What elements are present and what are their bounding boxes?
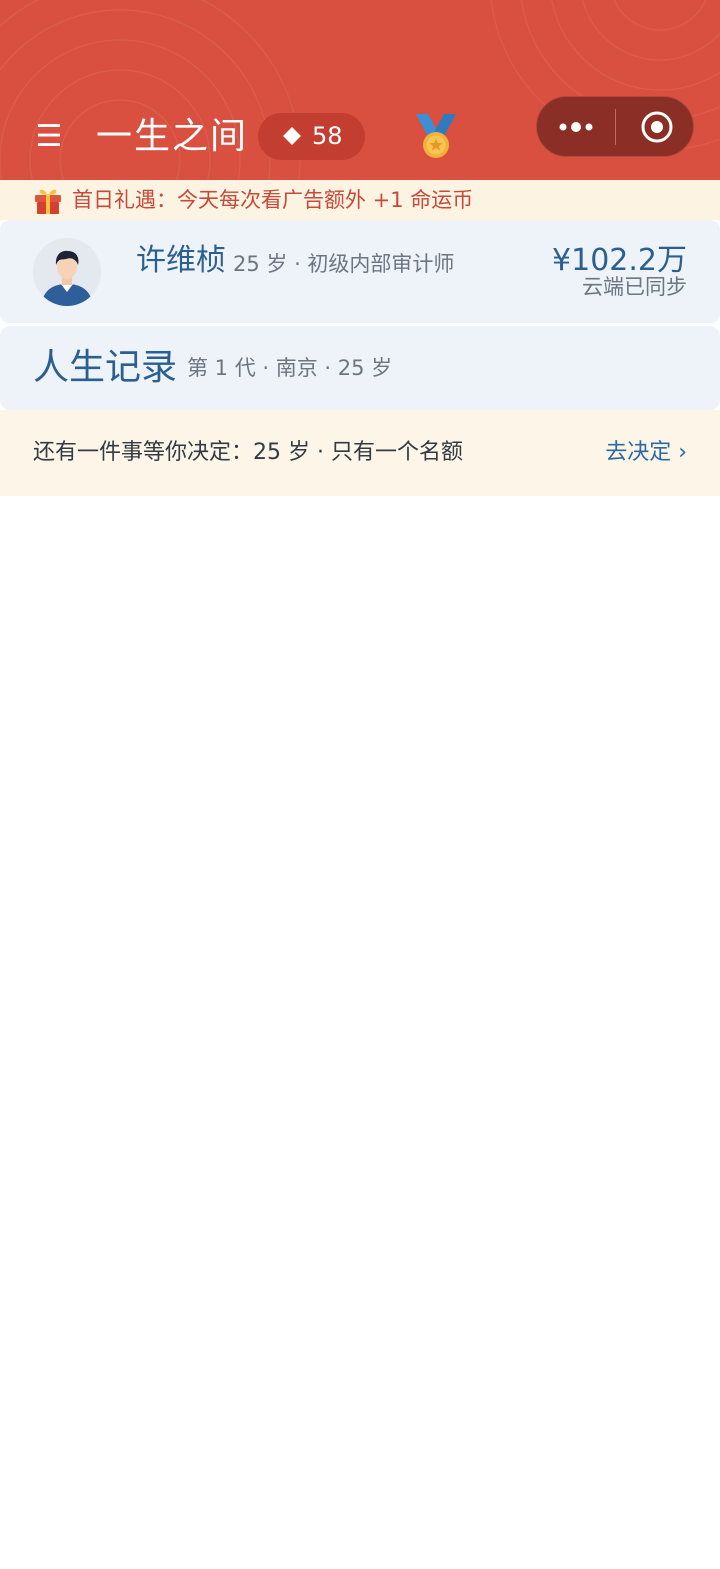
profile-card[interactable]: 许维桢 25 岁 · 初级内部审计师 ¥102.2万 云端已同步	[0, 220, 720, 323]
avatar	[33, 238, 101, 306]
app-title: 一生之间	[96, 116, 249, 157]
life-record-card[interactable]: 人生记录 第 1 代 · 南京 · 25 岁	[0, 326, 720, 410]
more-dots-icon[interactable]	[557, 115, 597, 139]
gift-banner-text: 首日礼遇：今天每次看广告额外 +1 命运币	[72, 188, 474, 212]
target-close-icon[interactable]	[639, 109, 675, 145]
player-name: 许维桢	[136, 243, 226, 278]
player-age-job: 25 岁 · 初级内部审计师	[233, 252, 455, 276]
life-record-title: 人生记录	[33, 347, 178, 388]
medal-icon[interactable]	[412, 112, 460, 160]
hamburger-icon: ☰	[35, 119, 63, 154]
top-header: ☰ 一生之间 58	[0, 0, 720, 180]
gift-icon	[35, 189, 61, 214]
coin-count: 58	[312, 122, 343, 150]
coin-balance-badge[interactable]: 58	[258, 113, 365, 160]
diamond-icon	[283, 127, 301, 145]
go-decide-link[interactable]: 去决定 ›	[605, 410, 687, 496]
cloud-sync-status: 云端已同步	[582, 275, 687, 299]
pending-decision-text: 还有一件事等你决定：25 岁 · 只有一个名额	[33, 440, 463, 465]
pending-decision-bar[interactable]: 还有一件事等你决定：25 岁 · 只有一个名额 去决定 ›	[0, 410, 720, 496]
life-record-meta: 第 1 代 · 南京 · 25 岁	[187, 356, 393, 380]
capsule-divider	[615, 109, 616, 145]
mini-program-capsule	[536, 96, 694, 157]
menu-button[interactable]: ☰	[34, 120, 64, 154]
gift-banner[interactable]: 首日礼遇：今天每次看广告额外 +1 命运币	[0, 180, 720, 220]
